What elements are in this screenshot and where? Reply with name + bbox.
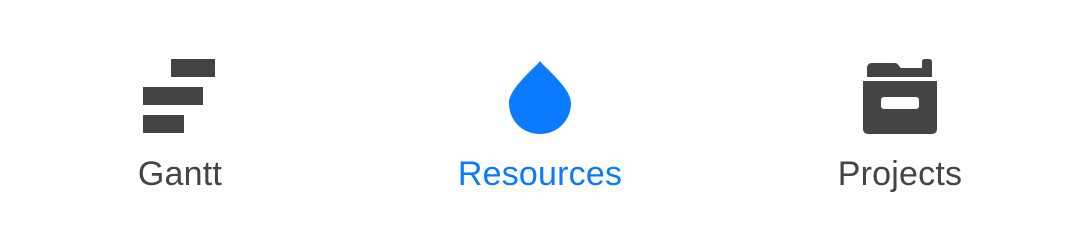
tab-gantt-label: Gantt bbox=[137, 155, 223, 193]
water-drop-icon bbox=[500, 58, 580, 138]
archive-box-icon bbox=[860, 58, 940, 138]
tab-projects[interactable]: Projects bbox=[720, 0, 1080, 242]
gantt-icon bbox=[140, 58, 220, 138]
bottom-tab-bar: Gantt Resources Projects bbox=[0, 0, 1080, 242]
tab-resources-label: Resources bbox=[457, 155, 623, 193]
tab-projects-label: Projects bbox=[837, 155, 963, 193]
tab-resources[interactable]: Resources bbox=[360, 0, 720, 242]
tab-gantt[interactable]: Gantt bbox=[0, 0, 360, 242]
